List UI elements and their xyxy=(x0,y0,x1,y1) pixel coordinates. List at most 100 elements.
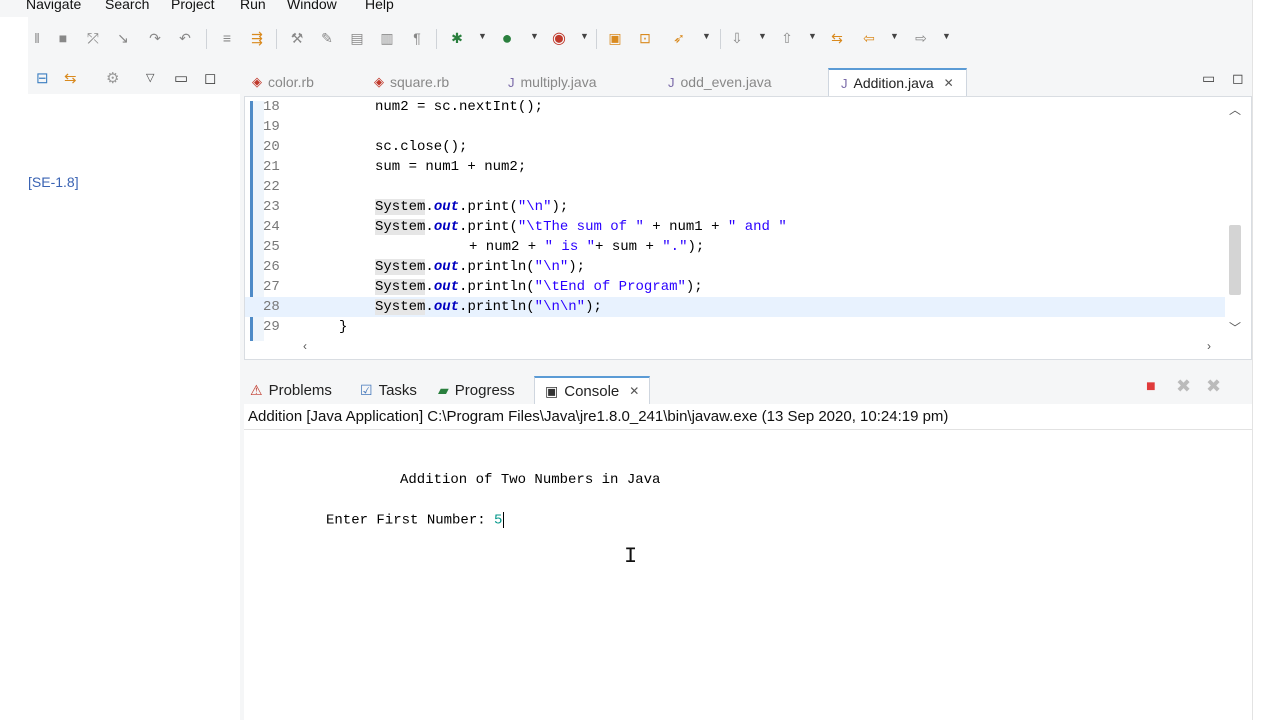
menu-bar: Navigate Search Project Run Window Help xyxy=(0,0,1252,17)
close-tab-icon[interactable]: ✕ xyxy=(629,384,639,398)
problems-icon: ⚠ xyxy=(250,381,263,398)
filter-icon[interactable]: ⚙ xyxy=(106,69,119,87)
menu-project[interactable]: Project xyxy=(171,0,215,12)
run-dropdown-icon[interactable]: ▼ xyxy=(530,31,539,41)
stop-icon[interactable]: ■ xyxy=(54,29,72,47)
run-icon[interactable]: ● xyxy=(498,28,516,48)
package-tree: [SE-1.8] xyxy=(28,94,240,720)
prev-annotation-icon[interactable]: ⇧ xyxy=(778,29,796,47)
scroll-left-icon[interactable]: ‹ xyxy=(303,339,307,353)
tab-progress[interactable]: ▰ Progress xyxy=(438,376,515,404)
java-file-icon: J xyxy=(668,74,675,90)
menu-help[interactable]: Help xyxy=(365,0,394,12)
bottom-panel-tab-bar: ⚠ Problems ☑ Tasks ▰ Progress ▣ Console … xyxy=(244,370,1252,404)
console-output[interactable]: Addition of Two Numbers in Java Enter Fi… xyxy=(244,430,1252,720)
step-return-icon[interactable]: ↶ xyxy=(176,29,194,47)
open-folder-icon[interactable]: ⊡ xyxy=(636,29,654,47)
console-view-icon[interactable]: ▤ xyxy=(348,29,366,47)
link-with-editor-icon[interactable]: ⇆ xyxy=(64,69,77,87)
line-code: System.out.println("\tEnd of Program"); xyxy=(375,279,703,295)
mouse-ibeam-cursor-icon: I xyxy=(624,544,638,569)
open-type-dropdown-icon[interactable]: ▼ xyxy=(702,31,711,41)
scroll-right-icon[interactable]: › xyxy=(1207,339,1211,353)
code-line: 27 System.out.println("\tEnd of Program")… xyxy=(245,277,1225,297)
tab-odd-even-java[interactable]: J odd_even.java xyxy=(668,68,772,96)
code-line: 24 System.out.print("\tThe sum of " + num… xyxy=(245,217,1225,237)
tab-square-rb[interactable]: ◈ square.rb xyxy=(374,68,449,96)
maximize-icon[interactable]: ◻ xyxy=(204,69,216,87)
new-package-icon[interactable]: ▣ xyxy=(606,29,624,47)
line-number: 22 xyxy=(263,179,280,195)
show-whitespace-icon[interactable]: ¶ xyxy=(408,29,426,47)
tab-label: odd_even.java xyxy=(680,74,772,90)
menu-run[interactable]: Run xyxy=(240,0,266,12)
scroll-thumb[interactable] xyxy=(1229,225,1241,295)
use-step-filters-icon[interactable]: ≡ xyxy=(218,29,236,47)
tab-problems[interactable]: ⚠ Problems xyxy=(250,376,332,404)
menu-window[interactable]: Window xyxy=(287,0,337,12)
tab-label: Console xyxy=(564,382,620,400)
line-number: 27 xyxy=(263,279,280,295)
view-menu-icon[interactable]: ▽ xyxy=(146,71,154,84)
ruby-file-icon: ◈ xyxy=(252,74,262,89)
skip-breakpoints-icon[interactable]: ⇶ xyxy=(248,29,266,47)
editor-horizontal-scrollbar[interactable]: ‹ › xyxy=(301,339,1221,355)
line-number: 19 xyxy=(263,119,280,135)
coverage-icon[interactable]: ◉ xyxy=(550,29,568,47)
build-icon[interactable]: ⚒ xyxy=(288,29,306,47)
editor-minimize-icon[interactable]: ▭ xyxy=(1202,70,1215,87)
code-line: 22 xyxy=(245,177,1225,197)
debug-icon[interactable]: ✱ xyxy=(448,29,466,47)
edit-icon[interactable]: ✎ xyxy=(318,29,336,47)
scroll-down-icon[interactable]: ﹀ xyxy=(1229,319,1241,336)
menu-navigate[interactable]: Navigate xyxy=(26,0,81,12)
back-icon[interactable]: ⇦ xyxy=(860,29,878,47)
step-over-icon[interactable]: ↷ xyxy=(146,29,164,47)
scroll-up-icon[interactable]: ︿ xyxy=(1229,101,1241,118)
line-code: num2 = sc.nextInt(); xyxy=(375,99,544,115)
jre-library-item[interactable]: [SE-1.8] xyxy=(28,174,79,190)
code-line: 29} xyxy=(245,317,1225,337)
line-code: } xyxy=(339,319,348,335)
open-file-icon[interactable]: ▥ xyxy=(378,29,396,47)
remove-launch-icon[interactable]: ✖ xyxy=(1176,376,1191,397)
next-annotation-dropdown-icon[interactable]: ▼ xyxy=(758,31,767,41)
tab-color-rb[interactable]: ◈ color.rb xyxy=(252,68,314,96)
code-editor[interactable]: 18 num2 = sc.nextInt(); 19 20 sc.close(); … xyxy=(244,96,1252,360)
debug-dropdown-icon[interactable]: ▼ xyxy=(478,31,487,41)
tab-console[interactable]: ▣ Console ✕ xyxy=(534,376,651,404)
tab-addition-java[interactable]: J Addition.java ✕ xyxy=(828,68,967,96)
close-tab-icon[interactable]: ✕ xyxy=(944,76,954,90)
minimize-icon[interactable]: ▭ xyxy=(174,69,188,87)
coverage-dropdown-icon[interactable]: ▼ xyxy=(580,31,589,41)
tab-tasks[interactable]: ☑ Tasks xyxy=(360,376,417,404)
code-line: 21 sum = num1 + num2; xyxy=(245,157,1225,177)
forward-dropdown-icon[interactable]: ▼ xyxy=(942,31,951,41)
package-explorer-header: ⊟ ⇆ ⚙ ▽ ▭ ◻ xyxy=(28,62,240,94)
menu-search[interactable]: Search xyxy=(105,0,149,12)
terminate-icon[interactable]: ■ xyxy=(1146,378,1156,396)
line-number: 25 xyxy=(263,239,280,255)
collapse-all-icon[interactable]: ⊟ xyxy=(36,69,49,87)
prev-annotation-dropdown-icon[interactable]: ▼ xyxy=(808,31,817,41)
remove-all-terminated-icon[interactable]: ✖ xyxy=(1206,376,1221,397)
line-number: 26 xyxy=(263,259,280,275)
next-annotation-icon[interactable]: ⇩ xyxy=(728,29,746,47)
code-line: 23 System.out.print("\n"); xyxy=(245,197,1225,217)
line-number: 21 xyxy=(263,159,280,175)
back-dropdown-icon[interactable]: ▼ xyxy=(890,31,899,41)
last-edit-location-icon[interactable]: ⇆ xyxy=(828,29,846,47)
tab-multiply-java[interactable]: J multiply.java xyxy=(508,68,597,96)
connect-icon[interactable]: ⤱ xyxy=(84,29,102,47)
console-user-input[interactable]: 5 xyxy=(494,513,502,529)
line-code: System.out.println("\n"); xyxy=(375,259,586,275)
forward-icon[interactable]: ⇨ xyxy=(912,29,930,47)
editor-vertical-scrollbar[interactable]: ︿ ﹀ xyxy=(1225,99,1247,335)
console-title-line: Addition of Two Numbers in Java xyxy=(400,472,661,488)
open-type-icon[interactable]: ➶ xyxy=(670,29,688,47)
tab-label: Progress xyxy=(454,381,515,399)
step-into-icon[interactable]: ↘ xyxy=(114,29,132,47)
line-code: + num2 + " is "+ sum + "."); xyxy=(469,239,705,255)
console-icon: ▣ xyxy=(545,382,559,399)
editor-maximize-icon[interactable]: ◻ xyxy=(1232,70,1244,87)
